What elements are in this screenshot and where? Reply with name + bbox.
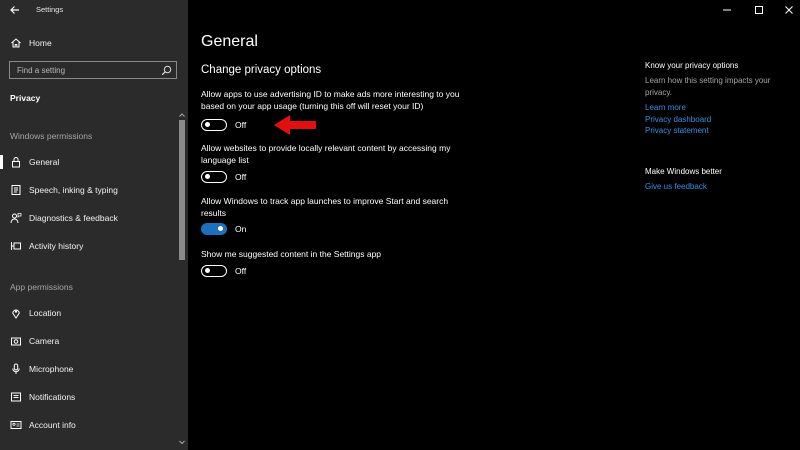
sidebar-item-speech[interactable]: Speech, inking & typing (0, 178, 178, 202)
sidebar-item-diagnostics[interactable]: Diagnostics & feedback (0, 206, 178, 230)
setting-description: Allow websites to provide locally releva… (201, 143, 451, 165)
scroll-thumb[interactable] (179, 120, 185, 260)
app-launch-tracking-toggle[interactable] (201, 223, 227, 235)
toggle-row: On (201, 223, 281, 237)
sidebar-item-label: General (29, 157, 60, 167)
page-title: General (201, 33, 258, 50)
sidebar-item-microphone[interactable]: Microphone (0, 357, 178, 381)
account-card-icon (10, 421, 22, 429)
setting-description: Show me suggested content in the Setting… (201, 249, 382, 259)
sidebar-item-label: Activity history (29, 241, 84, 251)
notifications-icon (11, 392, 21, 402)
privacy-options-text: Learn how this setting impacts your priv… (645, 76, 771, 97)
toggle-row: Off (201, 171, 281, 185)
home-icon (11, 38, 21, 48)
suggested-content-toggle[interactable] (201, 265, 227, 277)
sidebar-item-label: Camera (29, 336, 60, 346)
language-list-toggle[interactable] (201, 171, 227, 183)
search-icon[interactable] (161, 65, 172, 76)
sidebar-item-label: Account info (29, 420, 76, 430)
maximize-icon[interactable] (752, 3, 766, 17)
location-pin-icon (12, 309, 20, 319)
sidebar-item-account-info[interactable]: Account info (0, 413, 178, 437)
make-windows-better-heading: Make Windows better (645, 167, 722, 176)
learn-more-link[interactable]: Learn more (645, 102, 795, 114)
privacy-statement-link[interactable]: Privacy statement (645, 125, 795, 137)
setting-language-list: Allow websites to provide locally releva… (201, 143, 471, 183)
title-bar: Settings (0, 0, 188, 20)
toggle-row: Off (201, 119, 281, 133)
toggle-row: Off (201, 265, 281, 279)
toggle-knob (205, 122, 210, 127)
sidebar-item-label: Speech, inking & typing (29, 185, 118, 195)
sidebar-item-notifications[interactable]: Notifications (0, 385, 178, 409)
close-icon[interactable] (782, 3, 796, 17)
make-windows-better-panel: Make Windows better Give us feedback (645, 167, 795, 193)
sidebar: Settings Home Find a setting Privacy Win… (0, 0, 188, 450)
chevron-up-icon[interactable] (178, 112, 186, 118)
lock-icon (12, 157, 20, 168)
camera-icon (11, 337, 21, 346)
setting-description: Allow Windows to track app launches to i… (201, 196, 449, 218)
back-arrow-icon[interactable] (7, 2, 23, 18)
setting-app-launch-tracking: Allow Windows to track app launches to i… (201, 196, 471, 235)
setting-description: Allow apps to use advertising ID to make… (201, 89, 460, 111)
search-input[interactable]: Find a setting (9, 61, 177, 79)
activity-timeline-icon (11, 242, 21, 250)
sidebar-item-label: Microphone (29, 364, 74, 374)
group-header-windows-permissions: Windows permissions (10, 131, 93, 141)
section-title: Change privacy options (201, 64, 322, 76)
privacy-dashboard-link[interactable]: Privacy dashboard (645, 114, 795, 126)
toggle-state-label: Off (235, 120, 247, 130)
setting-suggested-content: Show me suggested content in the Setting… (201, 249, 471, 277)
setting-advertising-id: Allow apps to use advertising ID to make… (201, 89, 471, 131)
privacy-options-panel: Know your privacy options Learn how this… (645, 61, 795, 137)
sidebar-item-activity-history[interactable]: Activity history (0, 234, 178, 258)
sidebar-item-label: Notifications (29, 392, 76, 402)
microphone-icon (12, 363, 20, 374)
privacy-options-heading: Know your privacy options (645, 61, 739, 70)
toggle-state-label: On (235, 224, 247, 234)
sidebar-item-label: Location (29, 308, 62, 318)
toggle-state-label: Off (235, 266, 247, 276)
window-controls (710, 0, 800, 20)
toggle-knob (205, 268, 210, 273)
advertising-id-toggle[interactable] (201, 119, 227, 131)
toggle-knob (218, 226, 223, 231)
minimize-icon[interactable] (720, 3, 734, 17)
speech-document-icon (11, 185, 21, 195)
sidebar-item-general[interactable]: General (0, 150, 178, 174)
group-header-app-permissions: App permissions (10, 282, 73, 292)
toggle-state-label: Off (235, 172, 247, 182)
nav-home[interactable]: Home (0, 33, 188, 53)
sidebar-scrollbar[interactable] (178, 112, 186, 450)
nav-home-label: Home (29, 38, 52, 48)
sidebar-item-location[interactable]: Location (0, 301, 178, 325)
give-feedback-link[interactable]: Give us feedback (645, 181, 795, 193)
active-indicator (0, 155, 3, 169)
person-feedback-icon (10, 213, 22, 224)
chevron-down-icon[interactable] (178, 438, 186, 446)
search-placeholder: Find a setting (17, 66, 66, 75)
sidebar-item-camera[interactable]: Camera (0, 329, 178, 353)
sidebar-item-label: Diagnostics & feedback (29, 213, 118, 223)
red-arrow-annotation (274, 115, 316, 135)
app-title: Settings (36, 5, 64, 14)
toggle-knob (205, 174, 210, 179)
section-privacy: Privacy (10, 93, 41, 103)
